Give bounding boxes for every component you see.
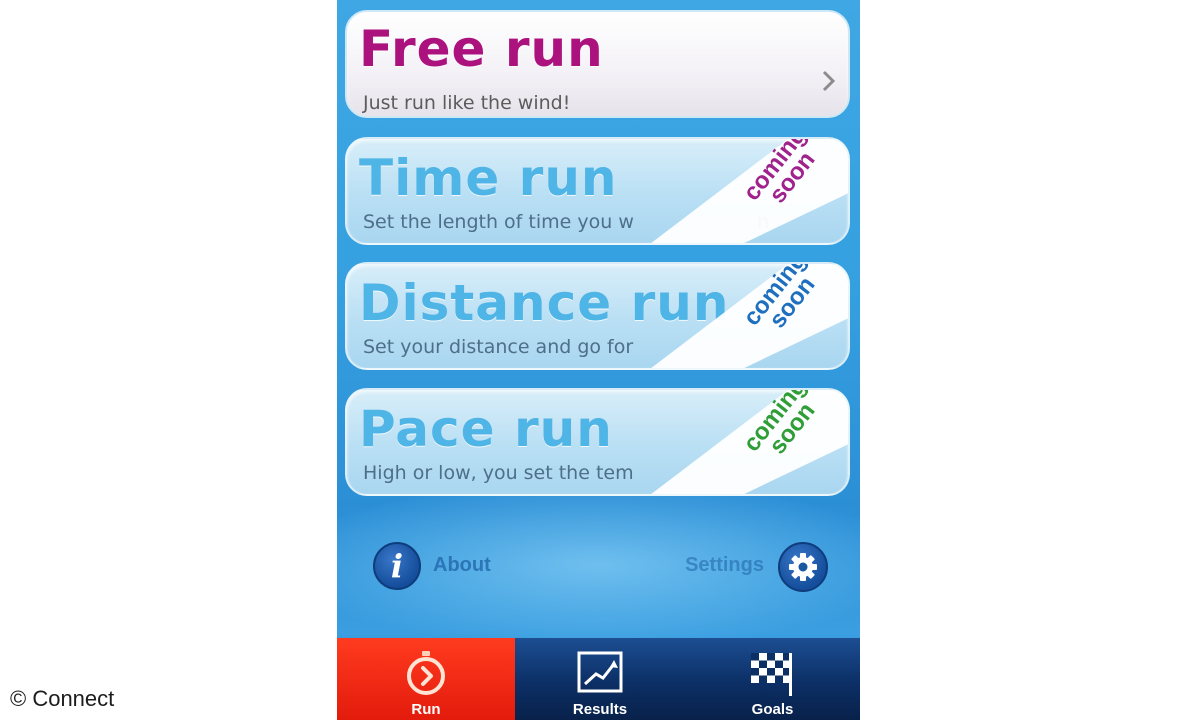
pace-run-subtitle: High or low, you set the tem [363,462,634,484]
coming-soon-badge: coming soon [638,139,848,243]
pace-run-title: Pace run [359,400,613,458]
coming-soon-badge: coming soon [638,264,848,368]
checkered-flag-icon [750,653,792,696]
chart-icon [577,651,623,693]
coming-soon-badge: coming soon [638,390,848,494]
tab-bar: Run Results Goals [337,638,860,720]
time-run-subtitle: Set the length of time you w [363,211,634,233]
tab-results-label: Results [572,701,628,718]
image-credit: © Connect [10,686,115,711]
time-run-option[interactable]: Time run Set the length of time you w n … [345,137,850,245]
stopwatch-icon [407,651,445,695]
settings-link[interactable]: Settings [685,554,764,577]
tab-run[interactable]: Run [337,638,515,720]
chevron-right-icon [822,70,836,92]
free-run-subtitle: Just run like the wind! [363,92,571,114]
free-run-title: Free run [359,20,604,78]
tab-goals[interactable]: Goals [685,638,860,720]
phone-screen: Free run Just run like the wind! Time ru… [337,0,860,720]
tab-results[interactable]: Results [515,638,685,720]
tab-goals-label: Goals [751,701,794,718]
pace-run-option[interactable]: Pace run High or low, you set the tem co… [345,388,850,496]
about-link[interactable]: About [433,554,491,577]
time-run-title: Time run [359,149,618,207]
distance-run-option[interactable]: Distance run Set your distance and go fo… [345,262,850,370]
distance-run-subtitle: Set your distance and go for [363,336,634,358]
gear-icon[interactable] [778,542,828,592]
free-run-option[interactable]: Free run Just run like the wind! [345,10,850,118]
info-icon[interactable]: i [373,542,421,590]
tab-run-label: Run [411,701,441,718]
secondary-links: i About Settings [337,540,860,592]
